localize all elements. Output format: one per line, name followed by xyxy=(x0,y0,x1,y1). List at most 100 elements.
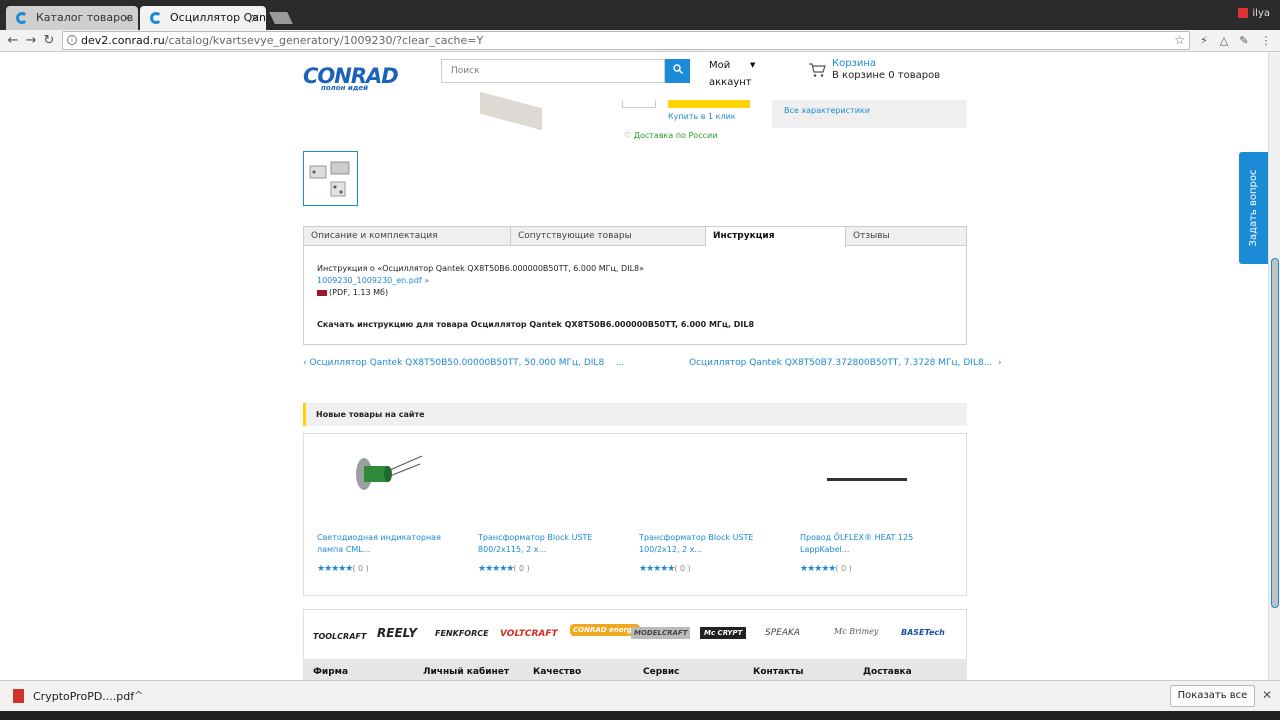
instruction-title: Инструкция о «Осциллятор Qantek QX8T50B6… xyxy=(317,264,645,273)
chevron-up-icon[interactable]: ^ xyxy=(134,689,143,702)
cart-info: В корзине 0 товаров xyxy=(832,70,941,81)
cart-icon[interactable] xyxy=(808,62,826,78)
brand-logos: TOOLCRAFT REELY FENKFORCE VOLTCRAFT CONR… xyxy=(303,609,967,659)
quantity-input[interactable] xyxy=(622,100,656,108)
new-products-heading: Новые товары на сайте xyxy=(303,403,967,426)
search-button[interactable] xyxy=(665,59,690,83)
scrollbar-thumb[interactable] xyxy=(1271,258,1279,608)
prev-product-link[interactable]: ‹ Осциллятор Qantek QX8T50B50.00000B50TT… xyxy=(303,358,624,368)
brand-conrad-energy[interactable]: CONRAD energy xyxy=(570,624,640,636)
url-host: dev2.conrad.ru xyxy=(81,34,165,47)
product-tabs: Описание и комплектация Сопутствующие то… xyxy=(303,226,967,247)
instruction-panel: Инструкция о «Осциллятор Qantek QX8T50B6… xyxy=(303,246,967,345)
delivery-info: ♡ Доставка по России xyxy=(624,131,718,140)
ask-question-button[interactable]: Задать вопрос xyxy=(1239,152,1268,264)
show-all-downloads-button[interactable]: Показать все xyxy=(1170,685,1255,707)
conrad-favicon-icon xyxy=(150,12,162,24)
brand-speaka[interactable]: SPEAKA xyxy=(765,628,800,638)
account-menu[interactable]: Мой аккаунт ▼ xyxy=(709,57,756,91)
close-tab-icon[interactable]: × xyxy=(250,6,260,30)
tab-instruction[interactable]: Инструкция xyxy=(706,227,846,247)
extension-pen-icon[interactable]: ✎ xyxy=(1236,33,1252,49)
new-tab-button[interactable] xyxy=(269,12,293,24)
rating-stars: ★★★★★( 0 ) xyxy=(317,564,369,574)
close-tab-icon[interactable]: × xyxy=(122,6,132,30)
product-thumbnail[interactable] xyxy=(303,151,358,206)
browser-tab-catalog[interactable]: Каталог товаров × xyxy=(6,6,138,30)
product-image-placeholder xyxy=(505,446,585,496)
tab-description[interactable]: Описание и комплектация xyxy=(304,227,511,246)
product-card[interactable]: Светодиодная индикаторная лампа CML... ★… xyxy=(304,434,464,597)
brand-reely[interactable]: REELY xyxy=(377,626,417,640)
page-viewport: CONRAD полон идей Поиск Мой аккаунт ▼ Ко… xyxy=(0,52,1268,680)
download-shelf: CryptoProPD....pdf ^ Показать все ✕ xyxy=(0,680,1280,711)
browser-menu-icon[interactable]: ⋮ xyxy=(1258,33,1274,49)
rating-stars: ★★★★★( 0 ) xyxy=(478,564,530,574)
ask-question-label: Задать вопрос xyxy=(1248,169,1259,247)
tab-related[interactable]: Сопутствующие товары xyxy=(511,227,706,246)
new-products-list: Светодиодная индикаторная лампа CML... ★… xyxy=(303,433,967,596)
os-bottom-bar xyxy=(0,711,1280,720)
footer-account[interactable]: Личный кабинет xyxy=(423,667,509,677)
user-icon xyxy=(1238,8,1249,18)
rating-stars: ★★★★★( 0 ) xyxy=(639,564,691,574)
next-product-link[interactable]: Осциллятор Qantek QX8T50B7.372800B50TT, … xyxy=(689,358,1002,368)
product-name[interactable]: Провод ÖLFLEX® HEAT 125 LappKabel... xyxy=(800,532,950,556)
brand-mc-crypt[interactable]: Mc CRYPT xyxy=(700,627,747,639)
product-card[interactable]: Провод ÖLFLEX® HEAT 125 LappKabel... ★★★… xyxy=(787,434,947,597)
cable-image xyxy=(827,478,907,481)
brand-voltcraft[interactable]: VOLTCRAFT xyxy=(500,629,558,639)
browser-tabstrip: Каталог товаров × Осциллятор Qantek × il… xyxy=(0,0,1280,30)
product-name[interactable]: Трансформатор Block USTE 800/2х115, 2 х.… xyxy=(478,532,628,556)
bookmark-star-icon[interactable]: ☆ xyxy=(1174,32,1185,49)
oscillator-thumbnail-image xyxy=(309,161,350,197)
reload-icon[interactable]: ↻ xyxy=(40,32,58,50)
pdf-file-icon xyxy=(13,689,24,703)
address-bar[interactable]: i dev2.conrad.ru/catalog/kvartsevye_gene… xyxy=(62,31,1190,50)
tab-reviews[interactable]: Отзывы xyxy=(846,227,967,246)
product-name[interactable]: Светодиодная индикаторная лампа CML... xyxy=(317,532,467,556)
extension-drive-icon[interactable]: △ xyxy=(1216,33,1232,49)
product-name[interactable]: Трансформатор Block USTE 100/2х12, 2 х..… xyxy=(639,532,789,556)
browser-tab-oscillator[interactable]: Осциллятор Qantek × xyxy=(140,6,266,30)
instruction-download-text: Скачать инструкцию для товара Осциллятор… xyxy=(317,320,755,329)
footer-quality[interactable]: Качество xyxy=(533,667,581,677)
site-footer: Фирма Личный кабинет Качество Сервис Кон… xyxy=(303,659,967,680)
extension-bolt-icon[interactable]: ⚡ xyxy=(1196,33,1212,49)
add-to-cart-button[interactable] xyxy=(668,100,750,108)
cart-link[interactable]: Корзина xyxy=(832,58,876,69)
conrad-logo[interactable]: CONRAD полон идей xyxy=(303,64,399,94)
brand-fenkforce[interactable]: FENKFORCE xyxy=(435,629,489,638)
browser-user[interactable]: ilya xyxy=(1238,8,1270,19)
close-shelf-icon[interactable]: ✕ xyxy=(1262,688,1272,702)
product-card[interactable]: Трансформатор Block USTE 800/2х115, 2 х.… xyxy=(465,434,625,597)
instruction-file-info: (PDF, 1.13 Мб) xyxy=(317,288,388,297)
search-input[interactable]: Поиск xyxy=(441,59,665,83)
instruction-file-link[interactable]: 1009230_1009230_en.pdf » xyxy=(317,276,429,285)
chevron-down-icon: ▼ xyxy=(750,61,756,69)
browser-tab-label: Каталог товаров xyxy=(36,11,134,24)
product-card[interactable]: Трансформатор Block USTE 100/2х12, 2 х..… xyxy=(626,434,786,597)
search-icon xyxy=(672,64,683,74)
footer-service[interactable]: Сервис xyxy=(643,667,680,677)
footer-delivery[interactable]: Доставка xyxy=(863,667,912,677)
all-characteristics-link[interactable]: Все характеристики xyxy=(784,106,870,115)
page-scrollbar[interactable] xyxy=(1268,52,1280,680)
rating-stars: ★★★★★( 0 ) xyxy=(800,564,852,574)
brand-toolcraft[interactable]: TOOLCRAFT xyxy=(313,632,366,641)
info-icon[interactable]: i xyxy=(67,35,77,45)
footer-company[interactable]: Фирма xyxy=(313,667,348,677)
forward-icon[interactable]: → xyxy=(22,32,40,50)
led-lamp-image xyxy=(356,455,423,490)
chevron-right-icon: › xyxy=(998,358,1002,368)
footer-contacts[interactable]: Контакты xyxy=(753,667,804,677)
browser-toolbar: ← → ↻ i dev2.conrad.ru/catalog/kvartsevy… xyxy=(0,30,1280,52)
url-path: /catalog/kvartsevye_generatory/1009230/?… xyxy=(164,34,484,47)
back-icon[interactable]: ← xyxy=(4,32,22,50)
product-image-placeholder xyxy=(666,446,746,496)
brand-mc-brimey[interactable]: Mc Brimey xyxy=(834,627,878,636)
buy-one-click-link[interactable]: Купить в 1 клик xyxy=(668,112,736,121)
download-filename[interactable]: CryptoProPD....pdf xyxy=(33,690,134,703)
brand-basetech[interactable]: BASETech xyxy=(901,628,945,637)
brand-modelcraft[interactable]: MODELCRAFT xyxy=(631,627,691,639)
